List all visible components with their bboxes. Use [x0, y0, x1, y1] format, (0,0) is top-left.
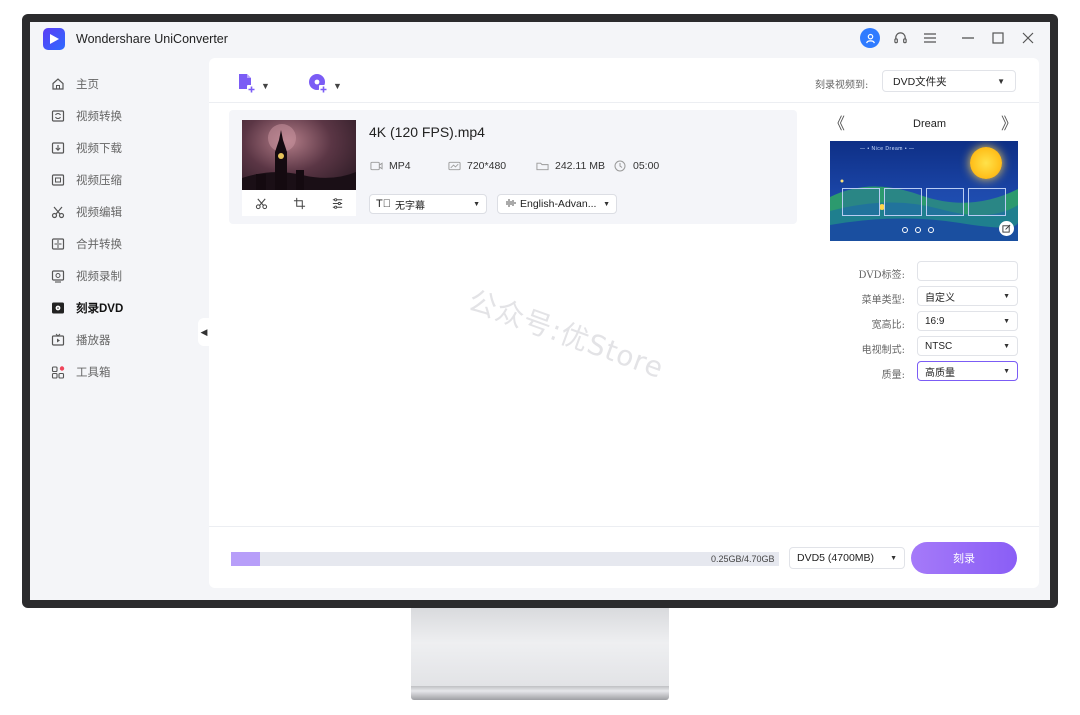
template-prev-button[interactable]: 《 — [829, 110, 845, 134]
add-file-icon — [235, 72, 257, 99]
chevron-down-icon[interactable]: ▼ — [261, 81, 270, 91]
video-thumbnail[interactable] — [242, 120, 356, 190]
sidebar-item-merge[interactable]: 合并转换 — [50, 233, 122, 255]
chevron-down-icon: ▼ — [997, 76, 1005, 86]
chapter-thumbnail — [926, 188, 964, 216]
scissors-icon — [50, 204, 66, 220]
audio-track-dropdown[interactable]: English-Advan... ▼ — [497, 194, 617, 214]
dvd-label-label: DVD标签: — [858, 270, 905, 281]
folder-icon — [535, 160, 549, 172]
footer-divider — [209, 526, 1039, 527]
sidebar: 主页 视频转换 视频下载 视频压缩 视频编辑 合并转换 视频录制 刻录DVD 播… — [30, 56, 206, 600]
clock-icon — [613, 160, 627, 172]
sidebar-item-video-compress[interactable]: 视频压缩 — [50, 169, 122, 191]
chapter-thumbnail — [968, 188, 1006, 216]
app-title: Wondershare UniConverter — [76, 32, 228, 46]
menu-icon[interactable] — [920, 28, 940, 48]
header-divider — [209, 102, 1039, 103]
menu-type-dropdown[interactable]: 自定义 ▼ — [917, 286, 1018, 306]
subtitle-icon: T⃒ — [376, 198, 391, 210]
sidebar-item-video-download[interactable]: 视频下载 — [50, 137, 122, 159]
chevron-down-icon[interactable]: ▼ — [333, 81, 342, 91]
template-preview-title: — • Nice Dream • — — [860, 146, 915, 152]
burn-to-label: 刻录视频到: — [815, 80, 869, 91]
sidebar-item-video-edit[interactable]: 视频编辑 — [50, 201, 122, 223]
app-logo-icon — [43, 28, 65, 50]
audio-wave-icon — [504, 198, 516, 211]
sidebar-item-video-convert[interactable]: 视频转换 — [50, 105, 122, 127]
quality-dropdown[interactable]: 高质量 ▼ — [917, 361, 1018, 381]
file-resolution: 720*480 — [447, 160, 506, 172]
file-duration: 05:00 — [613, 160, 659, 172]
app-window: Wondershare UniConverter 主页 视频转换 视频下载 视频… — [30, 22, 1050, 600]
add-files-button[interactable]: ▼ — [235, 72, 270, 99]
menu-type-label: 菜单类型: — [861, 295, 905, 306]
user-avatar-icon[interactable] — [860, 28, 880, 48]
burn-to-dropdown[interactable]: DVD文件夹 ▼ — [882, 70, 1016, 92]
monitor-stand — [411, 608, 669, 686]
aspect-ratio-dropdown[interactable]: 16:9 ▼ — [917, 311, 1018, 331]
chapter-thumbnail — [884, 188, 922, 216]
file-name: 4K (120 FPS).mp4 — [369, 124, 485, 140]
monitor-stand-base — [411, 686, 669, 700]
file-format: MP4 — [369, 160, 411, 172]
sidebar-item-screen-record[interactable]: 视频录制 — [50, 265, 122, 287]
template-preview[interactable]: — • Nice Dream • — — [830, 141, 1018, 241]
sidebar-item-toolbox[interactable]: 工具箱 — [50, 361, 111, 383]
disc-capacity-text: 0.25GB/4.70GB — [711, 554, 775, 564]
file-size: 242.11 MB — [535, 160, 605, 172]
add-disc-icon — [307, 72, 329, 99]
disc-capacity-bar — [231, 552, 779, 566]
subtitle-dropdown[interactable]: T⃒ 无字幕 ▼ — [369, 194, 487, 214]
merge-icon — [50, 236, 66, 252]
dvd-icon — [50, 300, 66, 316]
chevron-down-icon: ▼ — [473, 200, 480, 208]
template-next-button[interactable]: 》 — [1001, 110, 1017, 134]
video-format-icon — [369, 160, 383, 172]
sidebar-item-burn-dvd[interactable]: 刻录DVD — [50, 297, 123, 319]
quality-label: 质量: — [881, 370, 905, 381]
file-list-item[interactable]: 4K (120 FPS).mp4 MP4 720*480 242.11 MB 0… — [229, 110, 797, 224]
effects-settings-icon[interactable] — [329, 195, 345, 211]
disc-capacity-fill — [231, 552, 261, 566]
home-icon — [50, 76, 66, 92]
chapter-thumbnail — [842, 188, 880, 216]
sidebar-item-player[interactable]: 播放器 — [50, 329, 111, 351]
watermark: 公众号:优Store — [464, 283, 669, 386]
crop-icon[interactable] — [291, 195, 307, 211]
chevron-down-icon: ▼ — [890, 554, 897, 562]
toolbox-icon — [50, 364, 66, 380]
record-icon — [50, 268, 66, 284]
trim-scissors-icon[interactable] — [253, 195, 269, 211]
page-dots — [902, 227, 934, 233]
close-button[interactable] — [1018, 28, 1038, 48]
resolution-icon — [447, 160, 461, 172]
disc-type-dropdown[interactable]: DVD5 (4700MB) ▼ — [789, 547, 905, 569]
burn-button[interactable]: 刻录 — [911, 542, 1017, 574]
player-icon — [50, 332, 66, 348]
sidebar-item-home[interactable]: 主页 — [50, 73, 99, 95]
compress-icon — [50, 172, 66, 188]
add-disc-button[interactable]: ▼ — [307, 72, 342, 99]
dvd-label-input[interactable] — [917, 261, 1018, 281]
minimize-button[interactable] — [958, 28, 978, 48]
chevron-down-icon: ▼ — [1003, 342, 1010, 350]
edit-template-icon[interactable] — [999, 221, 1014, 236]
thumbnail-toolbar — [242, 190, 356, 216]
aspect-ratio-label: 宽高比: — [871, 320, 905, 331]
tv-standard-dropdown[interactable]: NTSC ▼ — [917, 336, 1018, 356]
chevron-down-icon: ▼ — [1003, 367, 1010, 375]
maximize-button[interactable] — [988, 28, 1008, 48]
template-name: Dream — [913, 118, 947, 130]
support-headset-icon[interactable] — [890, 28, 910, 48]
convert-icon — [50, 108, 66, 124]
main-panel: ▼ ▼ 刻录视频到: DVD文件夹 ▼ 4K (120 FPS).mp4 MP4… — [209, 58, 1039, 588]
chevron-down-icon: ▼ — [1003, 292, 1010, 300]
tv-standard-label: 电视制式: — [861, 345, 905, 356]
download-icon — [50, 140, 66, 156]
chevron-down-icon: ▼ — [1003, 317, 1010, 325]
title-bar: Wondershare UniConverter — [30, 22, 1050, 56]
chevron-down-icon: ▼ — [603, 200, 610, 208]
